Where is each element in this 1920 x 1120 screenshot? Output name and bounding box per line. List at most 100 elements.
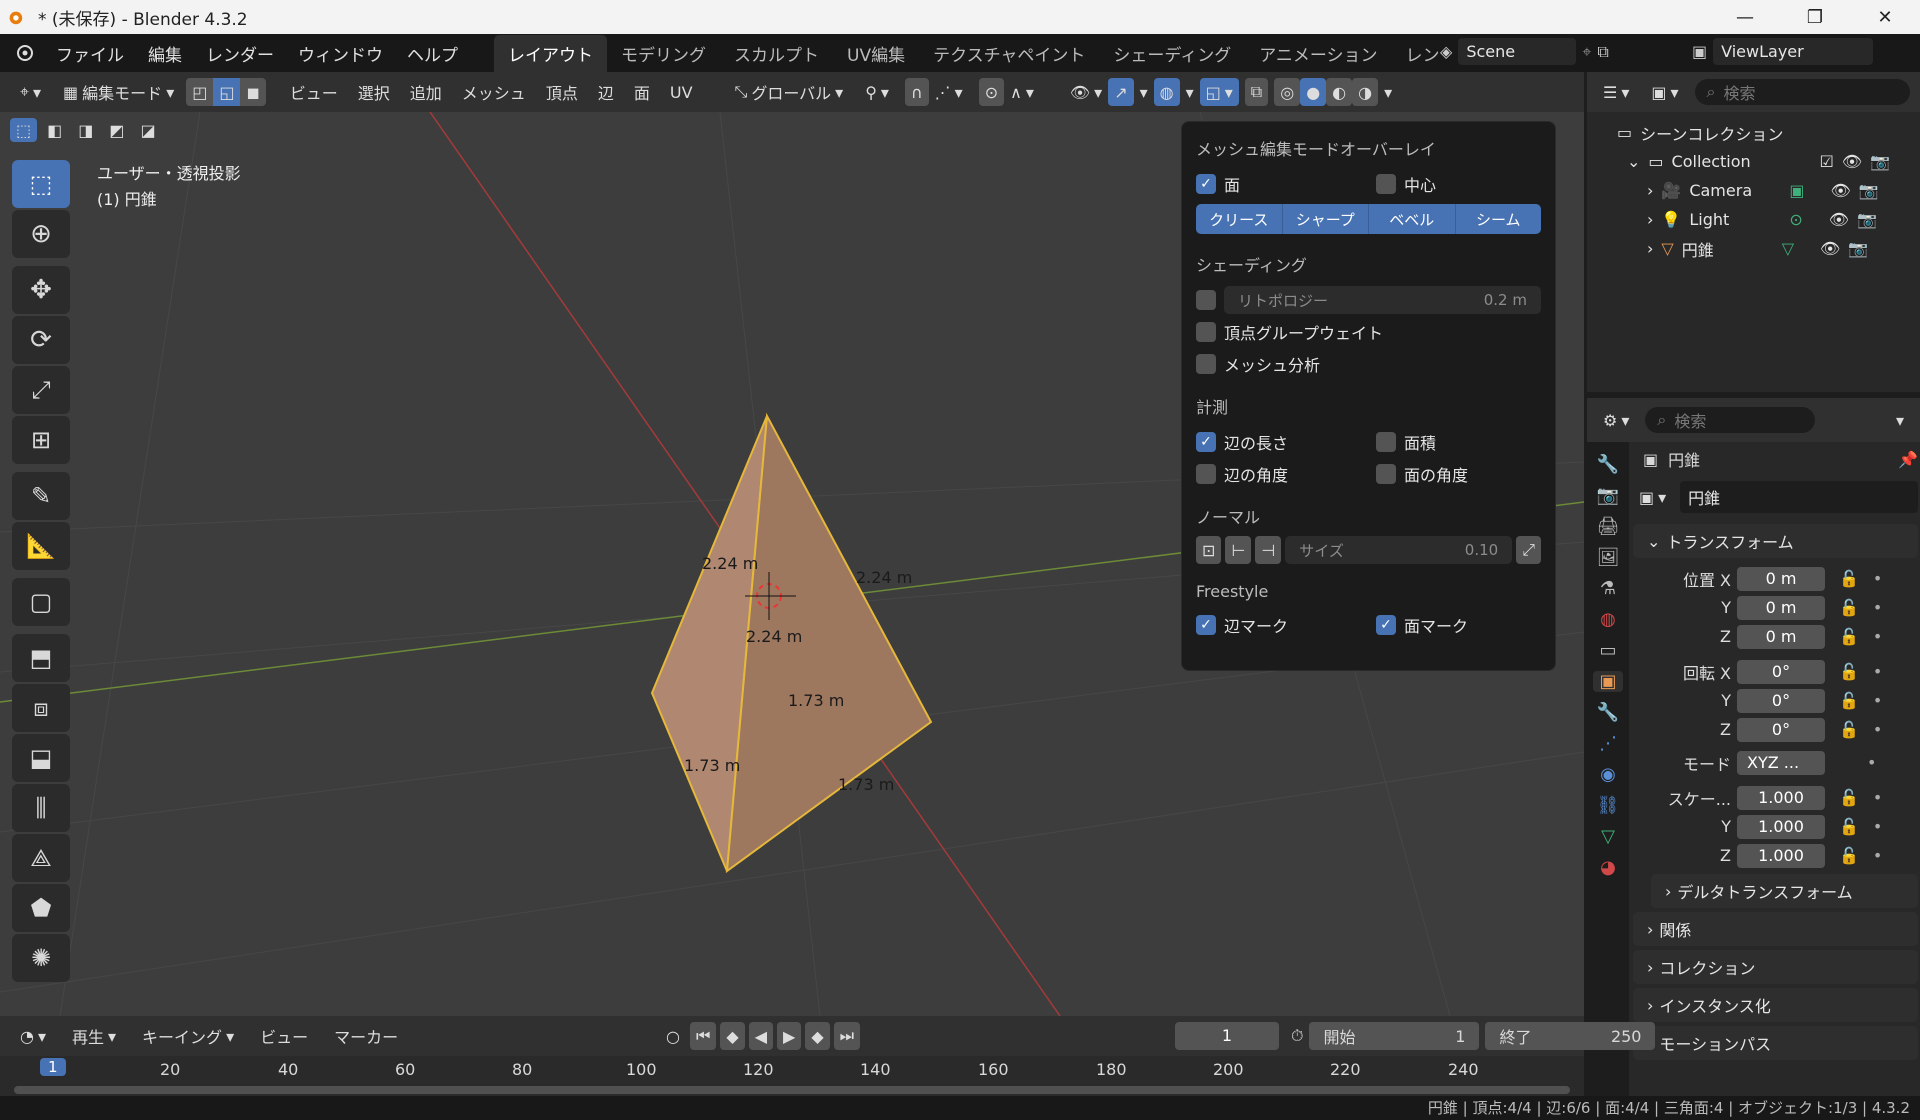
lock-icon[interactable]: 🔓: [1839, 720, 1859, 739]
lock-icon[interactable]: 🔓: [1839, 788, 1859, 807]
menu-timeline-view[interactable]: ビュー: [254, 1022, 314, 1050]
scene-tab-icon[interactable]: ⚗: [1600, 578, 1616, 599]
face-normal-toggle[interactable]: ⊣: [1255, 536, 1282, 564]
pin-icon[interactable]: ⌖: [1582, 42, 1591, 62]
face-area-checkbox[interactable]: 面積: [1376, 426, 1436, 458]
camera-render-icon[interactable]: 📷: [1857, 210, 1877, 229]
tool-tab-icon[interactable]: 🔧: [1597, 454, 1619, 475]
lock-icon[interactable]: 🔓: [1839, 662, 1859, 681]
seam-toggle[interactable]: シーム: [1455, 204, 1541, 234]
stopwatch-icon[interactable]: ⏱: [1291, 1026, 1303, 1046]
panel-relations[interactable]: › 関係: [1633, 912, 1918, 946]
timeline-scrollbar[interactable]: [14, 1086, 1570, 1094]
material-tab-icon[interactable]: ◕: [1600, 857, 1616, 878]
split-normal-toggle[interactable]: ⊢: [1225, 536, 1252, 564]
object-browse-dropdown[interactable]: ▣ ▾: [1633, 483, 1672, 511]
tool-bevel[interactable]: ⬓: [12, 734, 70, 782]
select-subtract-button[interactable]: ◨: [72, 118, 99, 142]
tab-sculpt[interactable]: スカルプト: [720, 35, 833, 72]
world-tab-icon[interactable]: ◍: [1600, 609, 1616, 630]
menu-marker[interactable]: マーカー: [328, 1022, 404, 1050]
gizmo-toggle[interactable]: ↗: [1108, 78, 1134, 106]
panel-motion-paths[interactable]: ›モーションパス: [1633, 1026, 1918, 1060]
keyframe-icon[interactable]: •: [1873, 627, 1882, 646]
keyframe-icon[interactable]: •: [1873, 846, 1882, 865]
menu-edit[interactable]: 編集: [136, 41, 194, 66]
tool-scale[interactable]: ⤢: [12, 366, 70, 414]
retopology-slider[interactable]: リトポロジー 0.2 m: [1224, 286, 1541, 314]
shading-material[interactable]: ◐: [1326, 78, 1353, 106]
menu-window[interactable]: ウィンドウ: [286, 41, 395, 66]
select-intersect-button[interactable]: ◪: [135, 118, 162, 142]
object-name-field[interactable]: 円錐: [1680, 481, 1918, 513]
menu-file[interactable]: ファイル: [44, 41, 136, 66]
rotation-z-field[interactable]: 0°: [1737, 717, 1825, 742]
keyframe-icon[interactable]: •: [1873, 662, 1882, 681]
start-frame-field[interactable]: 開始 1: [1309, 1022, 1480, 1050]
keyframe-icon[interactable]: •: [1873, 817, 1882, 836]
menu-keying[interactable]: キーイング ▾: [136, 1022, 240, 1050]
vertex-group-checkbox[interactable]: 頂点グループウェイト: [1196, 316, 1541, 348]
outliner-search[interactable]: ⌕ 検索: [1694, 79, 1910, 105]
outliner-item-cone[interactable]: › ▽ 円錐 ▽ 👁 📷: [1617, 234, 1920, 263]
keyframe-icon[interactable]: •: [1873, 569, 1882, 588]
eye-icon[interactable]: 👁: [1830, 181, 1850, 200]
panel-instancing[interactable]: › インスタンス化: [1633, 988, 1918, 1022]
jump-start-button[interactable]: ⏮: [689, 1022, 717, 1050]
outliner-editor-type[interactable]: ☰ ▾: [1597, 78, 1635, 106]
scale-z-field[interactable]: 1.000: [1737, 843, 1825, 868]
outliner-scene-collection[interactable]: ▭ シーンコレクション: [1617, 118, 1920, 147]
lock-icon[interactable]: 🔓: [1839, 817, 1859, 836]
playhead-frame[interactable]: 1: [40, 1058, 66, 1076]
camera-render-icon[interactable]: 📷: [1859, 181, 1879, 200]
location-y-field[interactable]: 0 m: [1737, 595, 1825, 620]
modifier-tab-icon[interactable]: 🔧: [1597, 702, 1619, 723]
rotation-mode-dropdown[interactable]: XYZ ...: [1737, 750, 1825, 775]
blender-menu-icon[interactable]: [10, 41, 38, 65]
crease-toggle[interactable]: クリース: [1196, 204, 1283, 234]
tab-layout[interactable]: レイアウト: [494, 35, 607, 72]
lock-icon[interactable]: 🔓: [1839, 598, 1859, 617]
properties-search[interactable]: ⌕ 検索: [1645, 407, 1816, 433]
outliner-collection[interactable]: ⌄ ▭ Collection ☑ 👁 📷: [1617, 147, 1920, 176]
data-tab-icon[interactable]: ▽: [1601, 826, 1615, 847]
particles-tab-icon[interactable]: ⋰: [1599, 733, 1617, 754]
tool-loop-cut[interactable]: ⫼: [12, 784, 70, 832]
shading-solid[interactable]: ●: [1300, 78, 1327, 106]
rotation-x-field[interactable]: 0°: [1737, 659, 1825, 684]
shading-rendered[interactable]: ◑: [1352, 78, 1379, 106]
snap-target-dropdown[interactable]: ⋰ ▾: [929, 78, 969, 106]
checkbox-icon[interactable]: ☑: [1820, 152, 1834, 171]
lock-icon[interactable]: 🔓: [1839, 691, 1859, 710]
face-select-button[interactable]: ◼: [240, 78, 266, 106]
play-button[interactable]: ▶: [777, 1022, 802, 1050]
keyframe-icon[interactable]: •: [1873, 720, 1882, 739]
eye-icon[interactable]: 👁: [1842, 152, 1862, 171]
prev-keyframe-button[interactable]: ◆: [720, 1022, 745, 1050]
snap-toggle[interactable]: ∩: [904, 78, 929, 106]
panel-delta-transform[interactable]: › デルタトランスフォーム: [1651, 874, 1918, 908]
tool-annotate[interactable]: ✎: [12, 472, 70, 520]
collection-tab-icon[interactable]: ▭: [1599, 640, 1616, 661]
scene-field[interactable]: Scene: [1458, 38, 1577, 65]
overlay-dropdown[interactable]: ▾: [1180, 78, 1200, 106]
tab-animation[interactable]: アニメーション: [1245, 35, 1391, 72]
properties-editor-type[interactable]: ⚙ ▾: [1597, 406, 1635, 434]
tool-rotate[interactable]: ⟳: [12, 316, 70, 364]
eye-icon[interactable]: 👁: [1829, 210, 1849, 229]
keyframe-icon[interactable]: •: [1873, 788, 1882, 807]
mesh-overlay-toggle[interactable]: ◱ ▾: [1199, 78, 1239, 106]
menu-face[interactable]: 面: [628, 78, 656, 106]
object-tab-icon[interactable]: ▣: [1593, 671, 1623, 692]
keyframe-icon[interactable]: •: [1867, 753, 1876, 772]
orientation-dropdown[interactable]: ⤡ グローバル ▾: [729, 78, 850, 106]
tool-move[interactable]: ✥: [12, 266, 70, 314]
timeline-ruler[interactable]: 1 20 40 60 80 100 120 140 160 180 200 22…: [0, 1056, 1584, 1100]
sharp-toggle[interactable]: シャープ: [1282, 204, 1369, 234]
lock-icon[interactable]: 🔓: [1839, 846, 1859, 865]
tool-inset[interactable]: ⧈: [12, 684, 70, 732]
edge-length-checkbox[interactable]: ✓ 辺の長さ: [1196, 426, 1376, 458]
mesh-analysis-checkbox[interactable]: メッシュ分析: [1196, 348, 1541, 380]
eye-icon[interactable]: 👁: [1820, 239, 1840, 258]
camera-render-icon[interactable]: 📷: [1848, 239, 1868, 258]
